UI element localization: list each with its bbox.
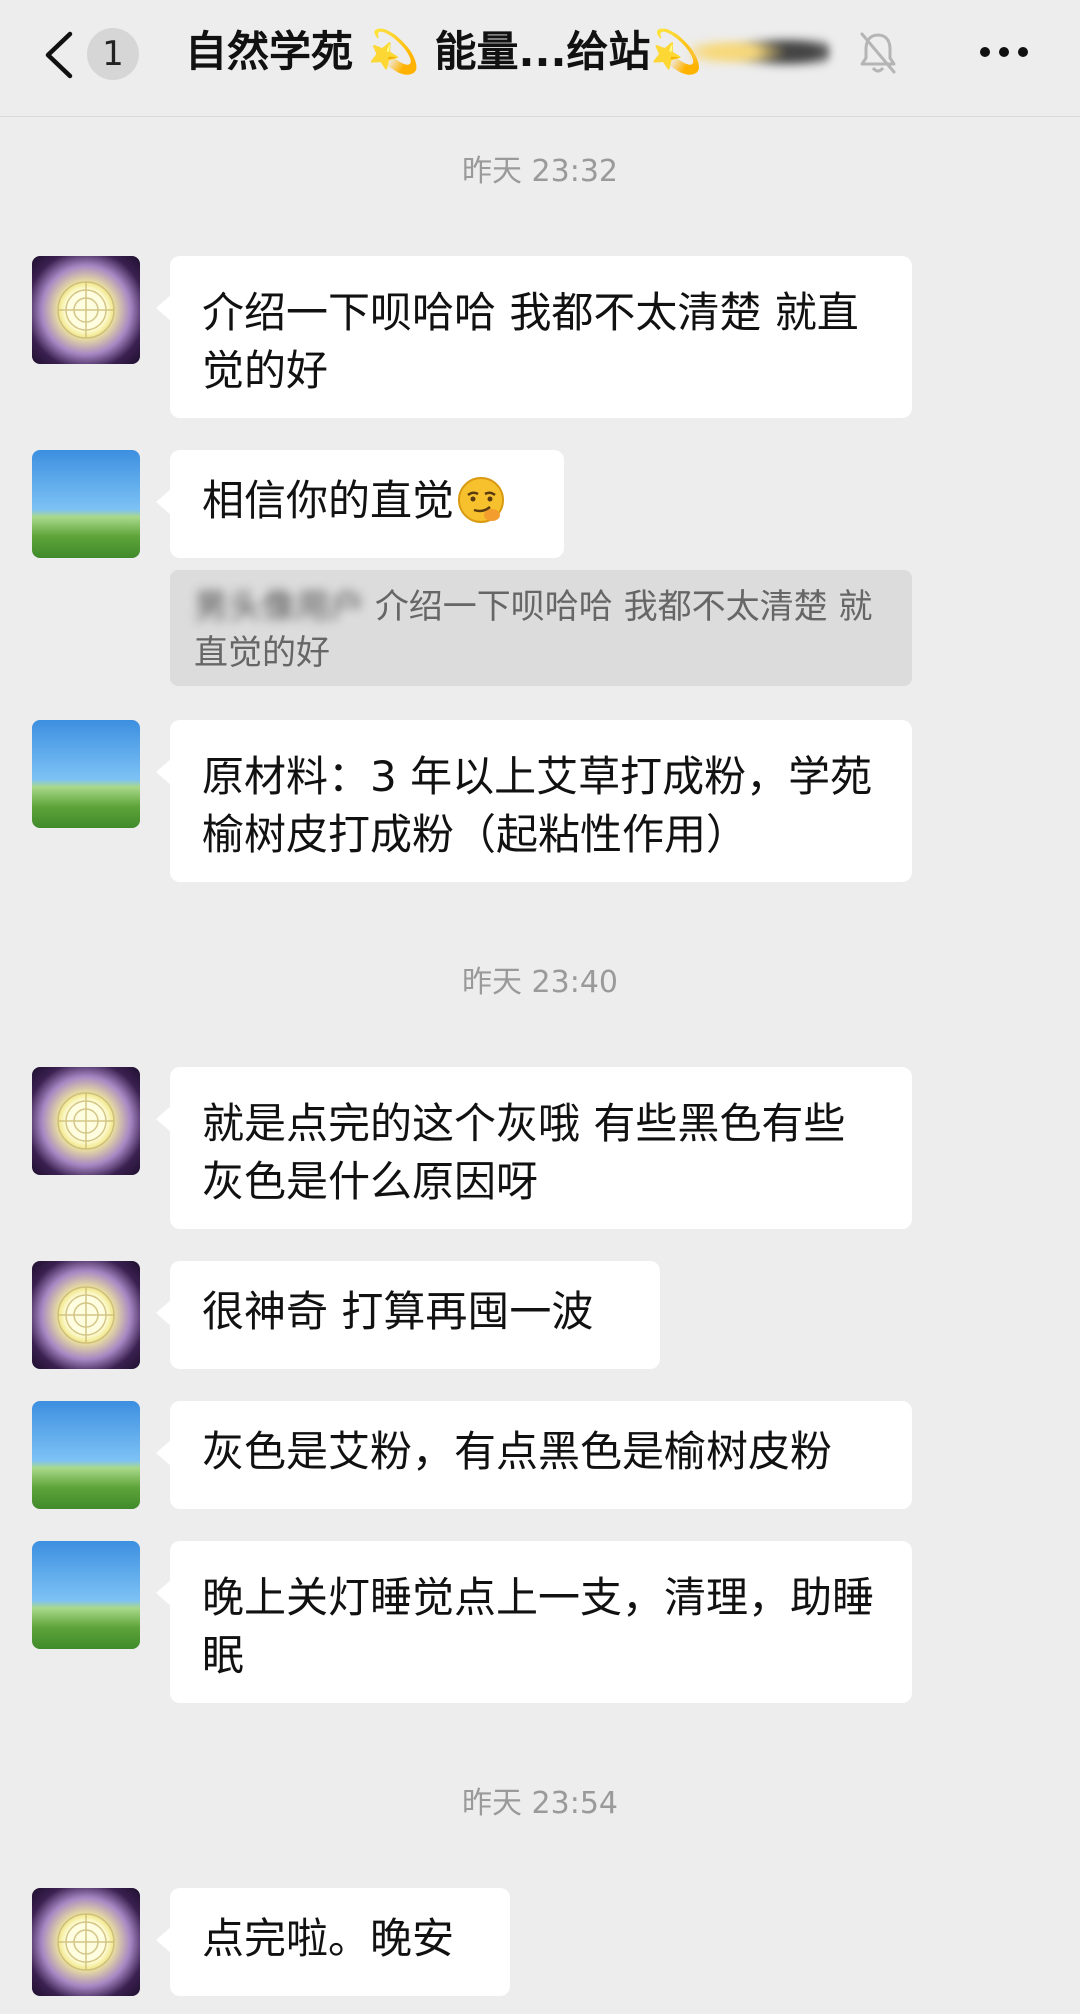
avatar[interactable] [32, 1541, 140, 1649]
message-text: 很神奇 打算再囤一波 [202, 1287, 594, 1336]
labyrinth-icon [57, 281, 115, 339]
blurred-name-region [690, 28, 830, 76]
avatar[interactable] [32, 1261, 140, 1369]
message-bubble[interactable]: 点完啦。晚安 [156, 1888, 510, 1996]
timestamp: 昨天 23:40 [462, 965, 618, 1000]
labyrinth-icon [57, 1913, 115, 1971]
bell-off-icon [860, 32, 896, 74]
quote-sender: 男头像用户 [194, 587, 364, 627]
message-bubble[interactable]: 介绍一下呗哈哈 我都不太清楚 就直觉的好 [156, 256, 912, 418]
message-bubble[interactable]: 原材料：3 年以上艾草打成粉，学苑榆树皮打成粉（起粘性作用） [156, 720, 912, 882]
message-text: 点完啦。晚安 [202, 1914, 455, 1963]
avatar[interactable] [32, 1888, 140, 1996]
unread-count-badge[interactable]: 1 [87, 28, 139, 80]
timestamp: 昨天 23:32 [462, 154, 618, 189]
message-bubble[interactable]: 灰色是艾粉，有点黑色是榆树皮粉 [156, 1401, 912, 1509]
avatar[interactable] [32, 1401, 140, 1509]
avatar[interactable] [32, 450, 140, 558]
chevron-left-icon[interactable] [40, 30, 80, 80]
message-text: 就是点完的这个灰哦 有些黑色有些灰色是什么原因呀 [202, 1099, 846, 1206]
labyrinth-icon [57, 1092, 115, 1150]
timestamp: 昨天 23:54 [462, 1786, 618, 1821]
avatar[interactable] [32, 720, 140, 828]
quoted-message[interactable]: 男头像用户 介绍一下呗哈哈 我都不太清楚 就直觉的好 [170, 570, 912, 686]
message-text: 原材料：3 年以上艾草打成粉，学苑榆树皮打成粉（起粘性作用） [202, 752, 873, 859]
message-bubble[interactable]: 就是点完的这个灰哦 有些黑色有些灰色是什么原因呀 [156, 1067, 912, 1229]
chat-header: 1 自然学苑 💫 能量...给站💫 [0, 0, 1080, 117]
message-bubble[interactable]: 相信你的直觉 [156, 450, 564, 558]
message-text: 灰色是艾粉，有点黑色是榆树皮粉 [202, 1427, 833, 1476]
message-text: 介绍一下呗哈哈 我都不太清楚 就直觉的好 [202, 288, 859, 395]
labyrinth-icon [57, 1286, 115, 1344]
more-dots-icon[interactable] [978, 45, 1030, 59]
message-bubble[interactable]: 晚上关灯睡觉点上一支，清理，助睡眠 [156, 1541, 912, 1703]
message-text: 晚上关灯睡觉点上一支，清理，助睡眠 [202, 1573, 875, 1680]
avatar[interactable] [32, 1067, 140, 1175]
avatar[interactable] [32, 256, 140, 364]
message-text: 相信你的直觉 [202, 476, 455, 525]
message-bubble[interactable]: 很神奇 打算再囤一波 [156, 1261, 660, 1369]
smirk-face-icon [458, 477, 505, 523]
